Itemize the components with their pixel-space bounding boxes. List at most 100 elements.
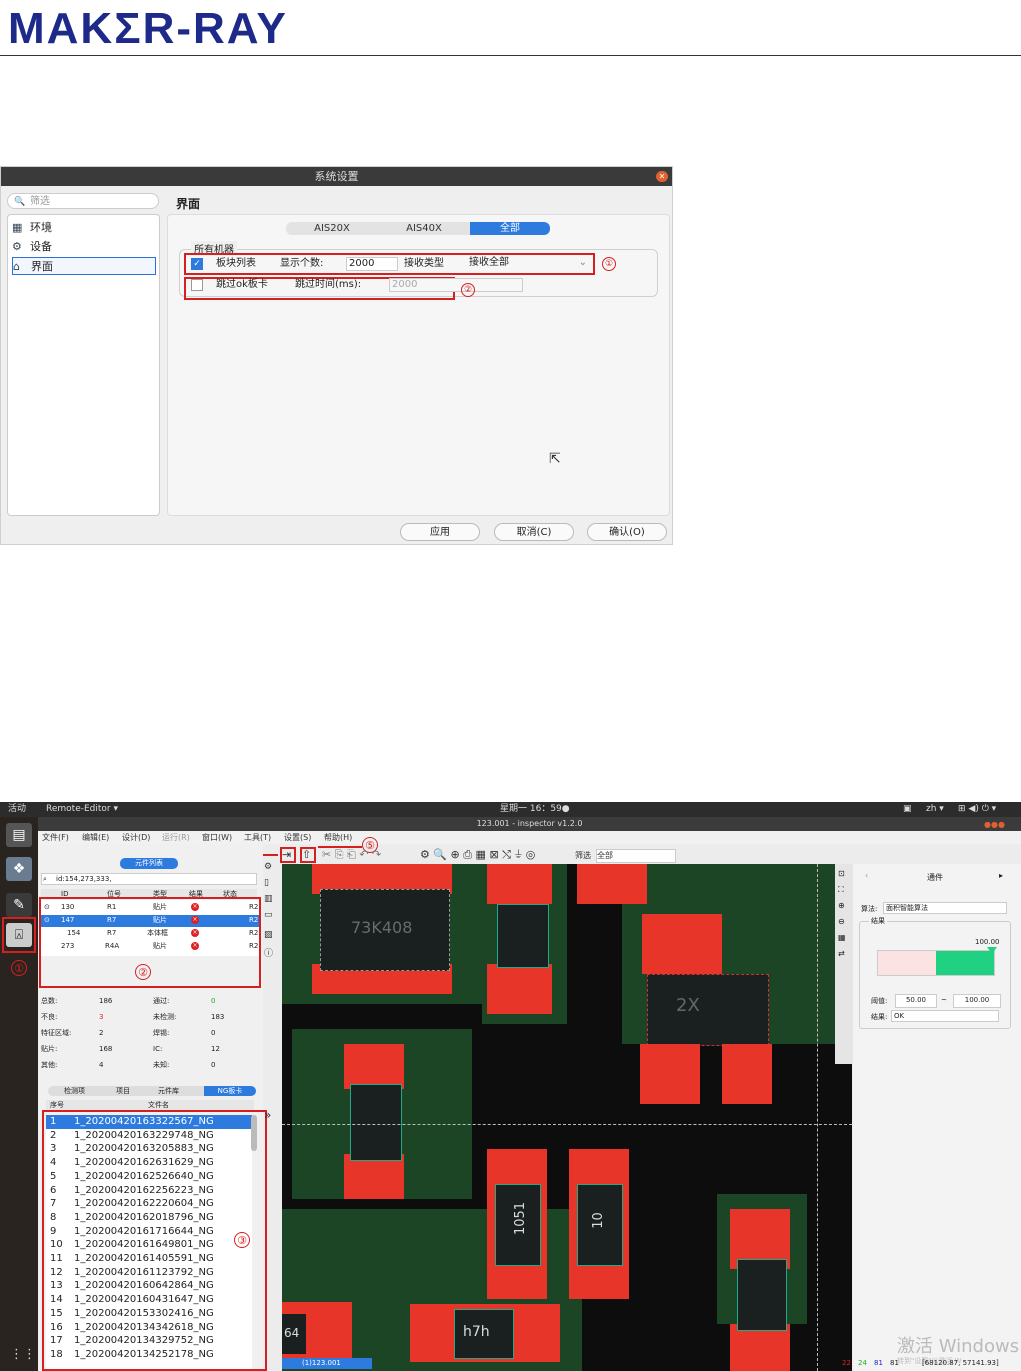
receive-type-select[interactable]: 接收全部 ⌄ <box>467 257 591 271</box>
nav-item-interface[interactable]: ⌂ 界面 <box>12 257 156 275</box>
toolbar-filter-select[interactable]: 全部 <box>596 849 676 863</box>
swap-icon[interactable]: ⇄ <box>838 948 845 959</box>
nav-label: 设备 <box>30 240 52 253</box>
pcb-image[interactable]: 73K408 2X 1051 10 64 h7h <box>282 864 852 1371</box>
rect-icon[interactable]: ▭ <box>264 910 273 920</box>
status-tab[interactable]: (1)123.001 <box>282 1358 372 1369</box>
zoom-in-icon[interactable]: ⊕ <box>838 900 845 911</box>
apply-button[interactable]: 应用 <box>400 523 480 541</box>
resistor-component[interactable]: h7h <box>454 1309 514 1359</box>
zoom-out-icon[interactable]: ⊖ <box>838 916 845 927</box>
receive-type-value: 接收全部 <box>469 257 509 268</box>
count-input[interactable]: 2000 <box>346 257 398 271</box>
info-icon[interactable]: ⓘ <box>264 946 273 959</box>
menu-help[interactable]: 帮助(H) <box>324 831 352 844</box>
col-index: 序号 <box>50 1101 64 1109</box>
chip-icon[interactable]: ▯ <box>264 878 269 888</box>
threshold-dash: ~ <box>941 996 947 1004</box>
highlight-box-app <box>2 917 36 953</box>
app-menu[interactable]: Remote-Editor ▾ <box>46 802 118 817</box>
close-icon[interactable]: ✕ <box>656 171 668 182</box>
nav-item-device[interactable]: ⚙ 设备 <box>12 238 156 256</box>
zoom-tools-icon[interactable]: ⚙ 🔍 ⊕ ⎙ ▦ ⊠ ⤭ ⏚ ◎ <box>420 846 535 864</box>
resistor-component[interactable]: 64 <box>282 1314 306 1354</box>
left-panel: 元件列表 id:154,273,333, ⌕ ID 位号 类型 结果 状态 ⊙ … <box>38 844 267 1371</box>
window-controls-icon[interactable]: ●●● <box>984 820 1005 829</box>
component-search-input[interactable]: id:154,273,333, <box>41 873 257 885</box>
ok-button[interactable]: 确认(O) <box>587 523 667 541</box>
chip-marking: 64 <box>284 1326 300 1340</box>
filter-input[interactable]: 🔍 筛选 <box>7 193 159 209</box>
stats-panel: 总数: 186 通过: 0 不良: 3 未检测: 183 特征区域: 2 焊锡: 0 贴片: 168… <box>41 997 225 1069</box>
chip-marking: 1051 <box>513 1201 529 1236</box>
algo-select[interactable]: 面积智能算法 <box>883 902 1007 914</box>
resistor-component[interactable] <box>737 1259 787 1331</box>
ic-icon[interactable]: ▥ <box>264 894 273 904</box>
grid-icon[interactable]: ▦ <box>838 932 846 943</box>
skip-ok-checkbox[interactable] <box>191 279 203 291</box>
files-icon[interactable]: ▤ <box>6 823 32 847</box>
bottom-tabs: 检测项 项目 元件库 NG板卡 <box>48 1086 256 1096</box>
board-list-checkbox[interactable]: ✓ <box>191 258 203 270</box>
tab-ng-boards[interactable]: NG板卡 <box>204 1086 256 1096</box>
resistor-component[interactable] <box>497 904 549 968</box>
page-title: 界面 <box>176 197 201 211</box>
next-icon[interactable]: ▸ <box>999 870 1003 881</box>
menu-design[interactable]: 设计(D) <box>122 831 150 844</box>
menu-tools[interactable]: 工具(T) <box>244 831 271 844</box>
threshold-low-input[interactable]: 50.00 <box>895 994 937 1008</box>
menu-settings[interactable]: 设置(S) <box>284 831 311 844</box>
score-bar-fill <box>936 951 994 975</box>
nav-item-environment[interactable]: ▦ 环境 <box>12 219 156 237</box>
threshold-high-input[interactable]: 100.00 <box>953 994 1001 1008</box>
prev-icon[interactable]: ‹ <box>865 870 868 881</box>
menu-window[interactable]: 窗口(W) <box>202 831 232 844</box>
window-title: 123.001 - inspector v1.2.0 <box>38 817 1021 831</box>
count-label: 显示个数: <box>280 258 324 269</box>
settings-dialog: 系统设置 ✕ 🔍 筛选 ▦ 环境 ⚙ 设备 ⌂ 界面 界面 AIS20X AIS40X… <box>0 166 673 545</box>
menu-run[interactable]: 运行(R) <box>162 831 190 844</box>
tab-project[interactable]: 项目 <box>116 1086 130 1096</box>
image-icon[interactable]: ▨ <box>264 930 273 940</box>
bar-max-label: 100.00 <box>975 938 1000 946</box>
search-icon: ⌕ <box>43 875 47 883</box>
cancel-button[interactable]: 取消(C) <box>494 523 574 541</box>
app-grid-icon[interactable]: ⋮⋮ <box>10 1347 36 1362</box>
header-divider <box>0 55 1021 56</box>
select-icon[interactable]: ⛶ <box>838 884 844 895</box>
ng-table-header: 序号 文件名 <box>46 1100 254 1110</box>
camera-icon: ▣ <box>903 804 912 814</box>
chip-marking: 10 <box>590 1212 606 1229</box>
tab-ais40x[interactable]: AIS40X <box>378 222 470 235</box>
chip-marking: 73K408 <box>351 918 413 937</box>
sot-component[interactable]: 2X <box>647 974 769 1046</box>
resistor-component[interactable]: 10 <box>577 1184 623 1266</box>
resistor-component[interactable] <box>350 1084 402 1161</box>
tab-component-list[interactable]: 元件列表 <box>120 858 178 869</box>
menu-edit[interactable]: 编辑(E) <box>82 831 109 844</box>
tab-check-items[interactable]: 检测项 <box>64 1086 85 1096</box>
nav-label: 环境 <box>30 221 52 234</box>
tab-ais20x[interactable]: AIS20X <box>286 222 378 235</box>
skip-time-label: 跳过时间(ms): <box>295 279 362 290</box>
collapse-icon[interactable]: » <box>264 1108 271 1122</box>
language-select[interactable]: zh ▾ <box>926 802 944 817</box>
eagle-icon[interactable]: ❖ <box>6 857 32 881</box>
edit-tools-icon[interactable]: ✂ ⎘ ⎗ ↶ ↷ <box>322 846 381 864</box>
solder-pad <box>487 864 552 904</box>
resistor-component[interactable]: 1051 <box>495 1184 541 1266</box>
fit-icon[interactable]: ⊡ <box>838 868 845 879</box>
dock: ▤ ❖ ✎ ⍓ ① ⋮⋮ <box>0 817 38 1371</box>
dialog-title: 系统设置 <box>1 167 672 186</box>
tab-all[interactable]: 全部 <box>470 222 550 235</box>
clock[interactable]: 星期一 16：59● <box>500 802 570 817</box>
tools-icon[interactable]: ✎ <box>6 893 32 917</box>
brand-logo: MAKΣR-RAY <box>8 4 288 53</box>
crosshair-line <box>817 864 818 1371</box>
tab-library[interactable]: 元件库 <box>158 1086 179 1096</box>
skip-time-input[interactable]: 2000 <box>389 278 523 292</box>
menu-file[interactable]: 文件(F) <box>42 831 69 844</box>
ic-component[interactable]: 73K408 <box>320 889 450 971</box>
gear-icon[interactable]: ⚙ <box>264 862 272 872</box>
activities-label[interactable]: 活动 <box>8 802 26 817</box>
